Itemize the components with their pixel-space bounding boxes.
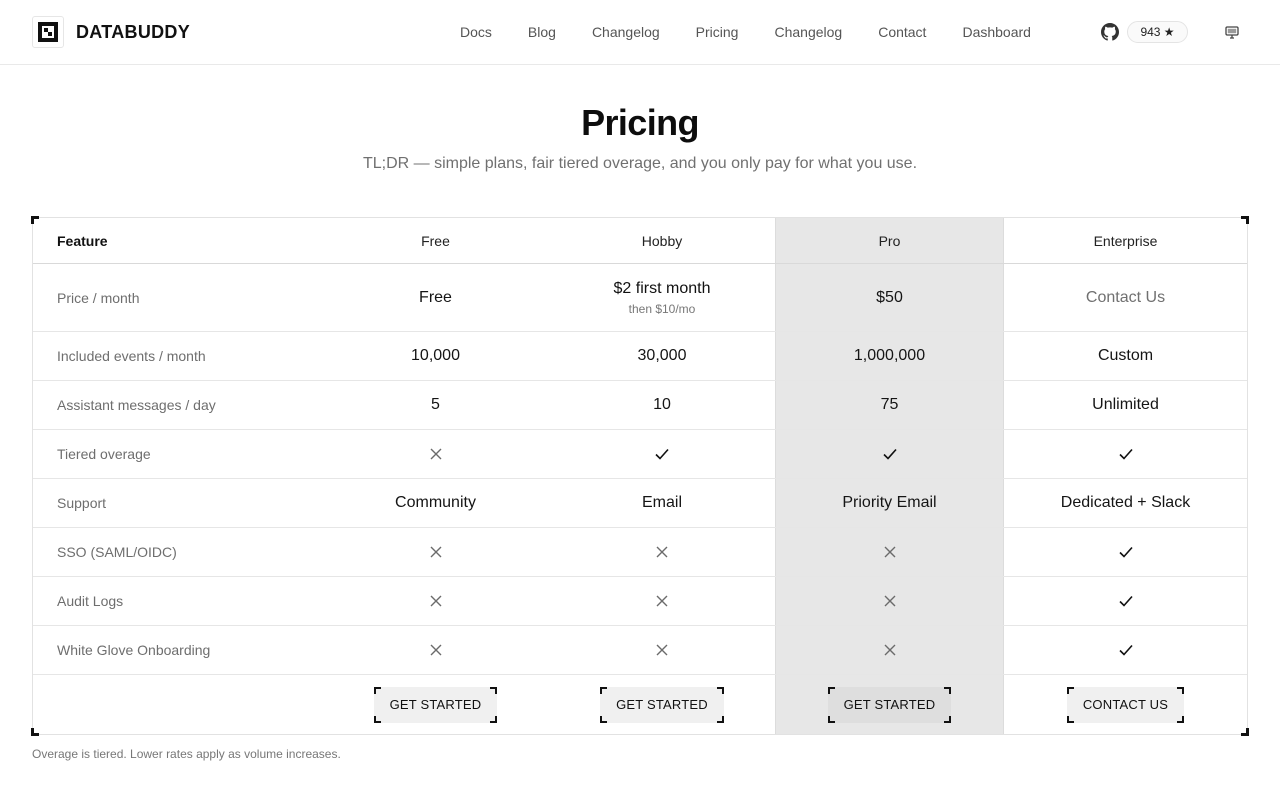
row-label: Tiered overage bbox=[57, 446, 151, 462]
table-row: SSO (SAML/OIDC) bbox=[33, 528, 1247, 577]
nav-changelog-2[interactable]: Changelog bbox=[756, 17, 860, 47]
cell-value: Priority Email bbox=[776, 479, 1004, 527]
row-label: Included events / month bbox=[57, 348, 206, 364]
pricing-table: Feature Free Hobby Pro Enterprise Price … bbox=[31, 216, 1249, 736]
check-icon bbox=[1004, 528, 1247, 576]
cta-cell: GET STARTED bbox=[549, 675, 776, 734]
monitor-icon[interactable] bbox=[1222, 22, 1242, 42]
table-row: Support Community Email Priority Email D… bbox=[33, 479, 1247, 528]
table-row-cta: GET STARTED GET STARTED GET STARTED CONT… bbox=[33, 675, 1247, 734]
cta-cell: GET STARTED bbox=[322, 675, 549, 734]
main-nav: Docs Blog Changelog Pricing Changelog Co… bbox=[442, 0, 1049, 64]
header-hobby: Hobby bbox=[549, 218, 776, 263]
cell-value: Custom bbox=[1097, 347, 1154, 364]
nav-contact[interactable]: Contact bbox=[860, 17, 944, 47]
price-enterprise: Contact Us bbox=[1085, 288, 1166, 306]
x-icon bbox=[322, 528, 549, 576]
cta-cell: CONTACT US bbox=[1004, 675, 1247, 734]
price-pro: $50 bbox=[776, 264, 1004, 331]
check-icon bbox=[776, 430, 1004, 478]
row-label: Assistant messages / day bbox=[57, 397, 216, 413]
row-label: Price / month bbox=[57, 289, 140, 306]
button-label: GET STARTED bbox=[616, 697, 708, 712]
row-label: Support bbox=[57, 495, 107, 511]
button-label: GET STARTED bbox=[843, 697, 936, 712]
nav-pricing[interactable]: Pricing bbox=[678, 17, 757, 47]
cell-value: 5 bbox=[431, 396, 440, 413]
get-started-hobby-button[interactable]: GET STARTED bbox=[600, 686, 724, 723]
page-subtitle: TL;DR — simple plans, fair tiered overag… bbox=[362, 155, 918, 172]
site-header: DATABUDDY Docs Blog Changelog Pricing Ch… bbox=[0, 0, 1280, 65]
github-star-count[interactable]: 943 ★ bbox=[1127, 21, 1188, 43]
table-row: Tiered overage bbox=[33, 430, 1247, 479]
header-feature: Feature bbox=[57, 232, 108, 249]
cta-cell: GET STARTED bbox=[776, 675, 1004, 734]
brand[interactable]: DATABUDDY bbox=[32, 16, 190, 48]
table-header-row: Feature Free Hobby Pro Enterprise bbox=[33, 218, 1247, 264]
x-icon bbox=[322, 626, 549, 674]
x-icon bbox=[322, 430, 549, 478]
cell-value: Dedicated + Slack bbox=[1060, 494, 1191, 511]
header-enterprise: Enterprise bbox=[1093, 232, 1158, 249]
check-icon bbox=[1004, 577, 1247, 625]
cell-value: 30,000 bbox=[549, 332, 776, 380]
price-hobby-sub: then $10/mo bbox=[628, 301, 696, 316]
cell-value: Community bbox=[395, 494, 476, 511]
cell-value: 10 bbox=[549, 381, 776, 429]
table-row-price: Price / month Free $2 first month then $… bbox=[33, 264, 1247, 332]
nav-changelog[interactable]: Changelog bbox=[574, 17, 678, 47]
table-row: Included events / month 10,000 30,000 1,… bbox=[33, 332, 1247, 381]
cell-value: Email bbox=[549, 479, 776, 527]
get-started-free-button[interactable]: GET STARTED bbox=[373, 686, 498, 723]
x-icon bbox=[776, 626, 1004, 674]
x-icon bbox=[776, 577, 1004, 625]
x-icon bbox=[776, 528, 1004, 576]
button-label: GET STARTED bbox=[389, 697, 482, 712]
price-hobby: $2 first month then $10/mo bbox=[549, 264, 776, 331]
cell-value: 75 bbox=[776, 381, 1004, 429]
brand-name: DATABUDDY bbox=[76, 21, 191, 42]
price-hobby-main: $2 first month bbox=[613, 279, 711, 297]
check-icon bbox=[1004, 430, 1247, 478]
x-icon bbox=[549, 626, 776, 674]
contact-us-button[interactable]: CONTACT US bbox=[1066, 686, 1185, 723]
databuddy-logo-icon bbox=[32, 16, 64, 48]
check-icon bbox=[1004, 626, 1247, 674]
table-row: Assistant messages / day 5 10 75 Unlimit… bbox=[33, 381, 1247, 430]
nav-docs[interactable]: Docs bbox=[442, 17, 510, 47]
table-row: Audit Logs bbox=[33, 577, 1247, 626]
nav-dashboard[interactable]: Dashboard bbox=[944, 17, 1049, 47]
x-icon bbox=[322, 577, 549, 625]
row-label: White Glove Onboarding bbox=[57, 642, 211, 658]
row-label: SSO (SAML/OIDC) bbox=[57, 544, 177, 560]
github-icon[interactable] bbox=[1101, 23, 1119, 41]
cell-value: 1,000,000 bbox=[776, 332, 1004, 380]
cell-value: 10,000 bbox=[411, 347, 460, 364]
price-free: Free bbox=[419, 288, 452, 306]
x-icon bbox=[549, 528, 776, 576]
cell-value: Unlimited bbox=[1092, 396, 1159, 413]
header-free: Free bbox=[421, 232, 450, 249]
table-row: White Glove Onboarding bbox=[33, 626, 1247, 675]
nav-blog[interactable]: Blog bbox=[510, 17, 574, 47]
x-icon bbox=[549, 577, 776, 625]
header-pro: Pro bbox=[776, 218, 1004, 263]
row-label: Audit Logs bbox=[57, 593, 124, 609]
check-icon bbox=[549, 430, 776, 478]
get-started-pro-button[interactable]: GET STARTED bbox=[827, 686, 952, 723]
button-label: CONTACT US bbox=[1082, 697, 1169, 712]
page-title: Pricing bbox=[581, 102, 699, 143]
cta-spacer bbox=[33, 675, 322, 734]
footnote: Overage is tiered. Lower rates apply as … bbox=[32, 747, 341, 761]
